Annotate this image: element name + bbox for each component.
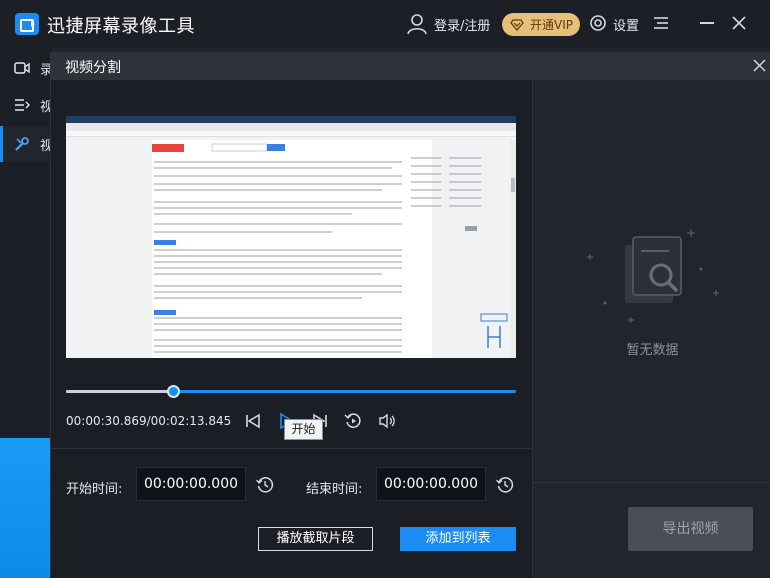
timecode-display: 00:00:30.869/00:02:13.845 — [66, 414, 232, 428]
preview-scroll-thumb — [511, 178, 515, 192]
volume-icon[interactable] — [378, 412, 396, 430]
preview-side-links — [411, 157, 481, 231]
start-time-input[interactable]: 00:00:00.000 — [136, 467, 246, 501]
preview-page-content — [152, 140, 432, 358]
close-window-icon[interactable] — [732, 16, 746, 30]
settings-link[interactable]: 设置 — [613, 15, 639, 34]
timeline-played — [66, 390, 173, 393]
login-register-link[interactable]: 登录/注册 — [434, 15, 490, 34]
edit-tools-icon — [15, 137, 29, 151]
vip-label: 开通VIP — [530, 18, 573, 32]
gear-icon[interactable] — [589, 14, 607, 32]
add-to-list-button[interactable]: 添加到列表 — [400, 527, 516, 551]
background-banner — [0, 438, 52, 578]
start-time-label: 开始时间: — [66, 482, 123, 497]
timeline-handle[interactable] — [167, 385, 180, 398]
preview-bookmarks-bar — [66, 131, 516, 137]
panel-divider — [533, 482, 770, 483]
app-window: 迅捷屏幕录像工具 登录/注册 开通VIP 设置 录 视 视 视频分割 00:00… — [0, 0, 770, 578]
dialog-header: 视频分割 — [51, 52, 770, 80]
editor-panel: 00:00:30.869/00:02:13.845 开始时间: 00:00:00… — [51, 80, 532, 578]
preview-page-lines — [152, 143, 402, 353]
end-time-label: 结束时间: — [306, 482, 363, 497]
clip-list-panel: 暂无数据 导出视频 — [532, 80, 770, 578]
replay-icon[interactable] — [344, 412, 362, 430]
export-video-button[interactable]: 导出视频 — [628, 507, 753, 551]
preview-browser-tabs — [66, 116, 516, 123]
camera-icon — [14, 62, 30, 74]
sidebar: 录 视 视 — [0, 48, 53, 438]
sidebar-item-list[interactable]: 视 — [0, 87, 53, 123]
end-time-input[interactable]: 00:00:00.000 — [376, 467, 486, 501]
sidebar-item-edit[interactable]: 视 — [0, 126, 53, 162]
minimize-icon[interactable] — [700, 22, 714, 24]
play-tooltip: 开始 — [284, 419, 323, 440]
empty-state-text: 暂无数据 — [626, 343, 679, 358]
preview-badge-graphic — [480, 313, 508, 348]
app-logo-icon — [15, 13, 39, 35]
section-divider — [51, 448, 532, 449]
video-split-dialog: 视频分割 00:00:30.869/00:02:13.845 开始时间: 00:… — [50, 52, 770, 578]
diamond-icon — [510, 18, 524, 31]
vip-button[interactable]: 开通VIP — [502, 13, 580, 36]
user-icon[interactable] — [406, 13, 428, 35]
preview-address-bar — [66, 123, 516, 131]
title-bar: 迅捷屏幕录像工具 登录/注册 开通VIP 设置 — [0, 0, 770, 48]
dialog-title: 视频分割 — [65, 60, 121, 76]
close-icon[interactable] — [753, 59, 766, 72]
preview-scrollbar — [510, 140, 516, 358]
app-title: 迅捷屏幕录像工具 — [47, 16, 195, 37]
menu-icon[interactable] — [654, 16, 668, 30]
skip-previous-icon[interactable] — [244, 412, 262, 430]
list-icon — [15, 99, 30, 111]
empty-document-icon — [587, 229, 719, 323]
video-preview[interactable] — [66, 116, 516, 358]
set-end-time-icon[interactable] — [496, 476, 514, 494]
timeline-slider[interactable] — [66, 385, 516, 398]
sidebar-item-record[interactable]: 录 — [0, 50, 53, 86]
play-clip-button[interactable]: 播放截取片段 — [258, 527, 373, 551]
set-start-time-icon[interactable] — [256, 476, 274, 494]
